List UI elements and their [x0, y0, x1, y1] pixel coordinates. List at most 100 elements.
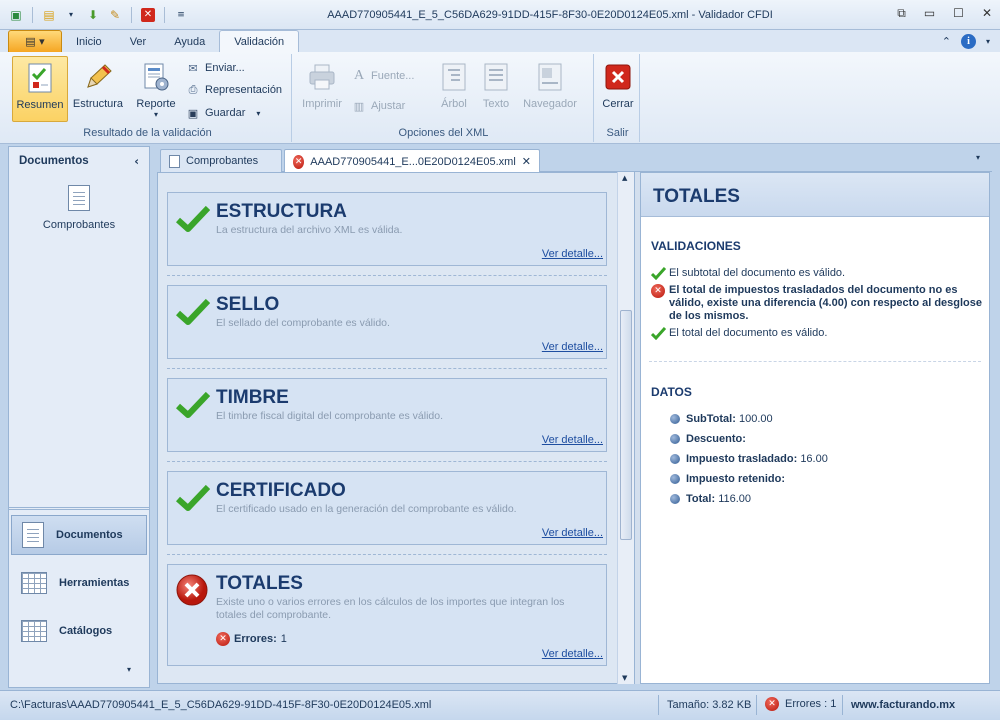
imprimir-button[interactable]: Imprimir: [294, 56, 350, 122]
status-website[interactable]: www.facturando.mx: [851, 699, 955, 711]
scroll-down-icon[interactable]: ▼: [622, 674, 627, 682]
download-icon[interactable]: ⬇: [83, 5, 103, 25]
ver-detalle-link[interactable]: Ver detalle...: [542, 527, 603, 539]
group-label: Opciones del XML: [398, 127, 489, 139]
open-folder-icon[interactable]: ▤: [39, 5, 59, 25]
navegador-button[interactable]: Navegador: [520, 56, 580, 122]
dato-label: Impuesto trasladado:: [686, 453, 798, 465]
ver-detalle-link[interactable]: Ver detalle...: [542, 434, 603, 446]
edit-icon[interactable]: ✎: [105, 5, 125, 25]
dato-label: Descuento:: [686, 433, 746, 445]
printer-icon: ⎙: [188, 83, 198, 96]
dato-label: Total:: [686, 493, 716, 505]
guardar-button[interactable]: ▣ Guardar ▾: [186, 103, 261, 123]
dato-label: Impuesto retenido:: [686, 473, 786, 485]
status-errors[interactable]: ✕ Errores : 1: [765, 697, 836, 711]
maximize-icon[interactable]: ☐: [953, 6, 964, 21]
arbol-label: Árbol: [441, 98, 467, 110]
navegador-label: Navegador: [523, 98, 577, 110]
enviar-button[interactable]: ✉ Enviar...: [186, 58, 244, 78]
ribbon-right-controls: ⌃ i ▾: [942, 34, 990, 49]
ajustar-button[interactable]: ▥ Ajustar: [352, 96, 405, 116]
separator: [32, 6, 33, 23]
error-icon: ✕: [651, 284, 665, 298]
divider: [167, 368, 607, 369]
card-description: El certificado usado en la generación de…: [216, 503, 517, 515]
errors-value: 1: [280, 633, 287, 645]
sidebar-header: Documentos ‹: [9, 147, 149, 175]
divider: [658, 695, 659, 715]
ver-detalle-link[interactable]: Ver detalle...: [542, 248, 603, 260]
card-certificado: CERTIFICADO El certificado usado en la g…: [167, 471, 607, 545]
ribbon-tab-row: ▤ ▾ Inicio Ver Ayuda Validación ⌃ i ▾: [0, 30, 1000, 52]
divider: [842, 695, 843, 715]
tab-xml-file[interactable]: ✕ AAAD770905441_E...0E20D0124E05.xml ✕: [284, 149, 540, 173]
card-description: El timbre fiscal digital del comprobante…: [216, 410, 444, 422]
close-icon[interactable]: ✕: [982, 6, 992, 21]
browser-icon: [533, 60, 567, 94]
validation-item-error: ✕ El total de impuestos trasladados del …: [651, 284, 987, 323]
chevron-down-icon[interactable]: ▾: [127, 665, 131, 674]
validation-text: El total de impuestos trasladados del do…: [669, 284, 983, 322]
group-salir: Cerrar Salir: [596, 54, 640, 142]
check-icon: [651, 267, 666, 280]
imprimir-label: Imprimir: [302, 98, 342, 110]
validation-item: El total del documento es válido.: [651, 327, 987, 340]
chevron-down-icon[interactable]: ▾: [61, 5, 81, 25]
validation-item: El subtotal del documento es válido.: [651, 267, 987, 280]
nav-documentos[interactable]: Documentos: [11, 515, 147, 555]
ver-detalle-link[interactable]: Ver detalle...: [542, 341, 603, 353]
document-icon: [169, 154, 180, 168]
scrollbar-thumb[interactable]: [620, 310, 632, 540]
chevron-down-icon: ▾: [153, 110, 158, 119]
application-menu-button[interactable]: ▤ ▾: [8, 30, 62, 52]
sidebar-item-comprobantes[interactable]: Comprobantes: [9, 185, 149, 231]
dato-label: SubTotal:: [686, 413, 736, 425]
document-icon: [22, 522, 44, 548]
vertical-scrollbar[interactable]: ▲ ▼: [617, 172, 634, 684]
splitter[interactable]: [9, 507, 149, 510]
check-icon: [651, 327, 666, 340]
sidebar-title: Documentos: [19, 155, 89, 167]
tab-ver[interactable]: Ver: [116, 32, 161, 52]
collapse-ribbon-icon[interactable]: ⌃: [942, 35, 951, 48]
tab-ayuda[interactable]: Ayuda: [160, 32, 219, 52]
chevron-down-icon[interactable]: ▾: [986, 37, 990, 46]
bullet-icon: [670, 434, 680, 444]
close-document-icon[interactable]: ✕: [138, 5, 158, 25]
close-tab-icon[interactable]: ✕: [522, 155, 531, 168]
document-icon: [68, 185, 90, 211]
collapse-sidebar-icon[interactable]: ‹: [134, 154, 139, 168]
fuente-button[interactable]: A Fuente...: [352, 66, 414, 86]
check-icon: [176, 391, 210, 418]
cerrar-button[interactable]: Cerrar: [590, 56, 646, 122]
estructura-button[interactable]: Estructura: [70, 56, 126, 122]
ajustar-label: Ajustar: [371, 100, 406, 112]
customize-toolbar-icon[interactable]: ≡: [171, 5, 191, 25]
info-icon[interactable]: i: [960, 34, 976, 49]
ver-detalle-link[interactable]: Ver detalle...: [542, 648, 603, 660]
reporte-button[interactable]: Reporte ▾: [128, 56, 184, 122]
detail-title: TOTALES: [641, 173, 989, 217]
tab-validacion[interactable]: Validación: [219, 30, 300, 52]
error-icon: [176, 574, 208, 606]
divider: [167, 461, 607, 462]
document-tab-strip: Comprobantes ✕ AAAD770905441_E...0E20D01…: [160, 148, 992, 173]
representacion-button[interactable]: ⎙ Representación: [186, 80, 282, 100]
minimize-icon[interactable]: ▭: [924, 6, 935, 21]
tab-comprobantes[interactable]: Comprobantes: [160, 149, 282, 172]
check-icon: [176, 298, 210, 325]
card-description: La estructura del archivo XML es válida.: [216, 224, 403, 236]
tab-list-chevron-icon[interactable]: ▾: [976, 153, 980, 162]
scroll-up-icon[interactable]: ▲: [622, 174, 627, 182]
restore-icon[interactable]: ⧉: [897, 6, 906, 21]
tab-inicio[interactable]: Inicio: [62, 32, 116, 52]
error-icon: ✕: [293, 154, 305, 169]
nav-herramientas[interactable]: Herramientas: [11, 563, 147, 603]
bullet-icon: [670, 494, 680, 504]
errors-label: Errores:: [234, 633, 277, 645]
app-icon: ▣: [10, 7, 22, 22]
texto-button[interactable]: Texto: [468, 56, 524, 122]
nav-catalogos[interactable]: Catálogos: [11, 611, 147, 651]
resumen-button[interactable]: Resumen: [12, 56, 68, 122]
